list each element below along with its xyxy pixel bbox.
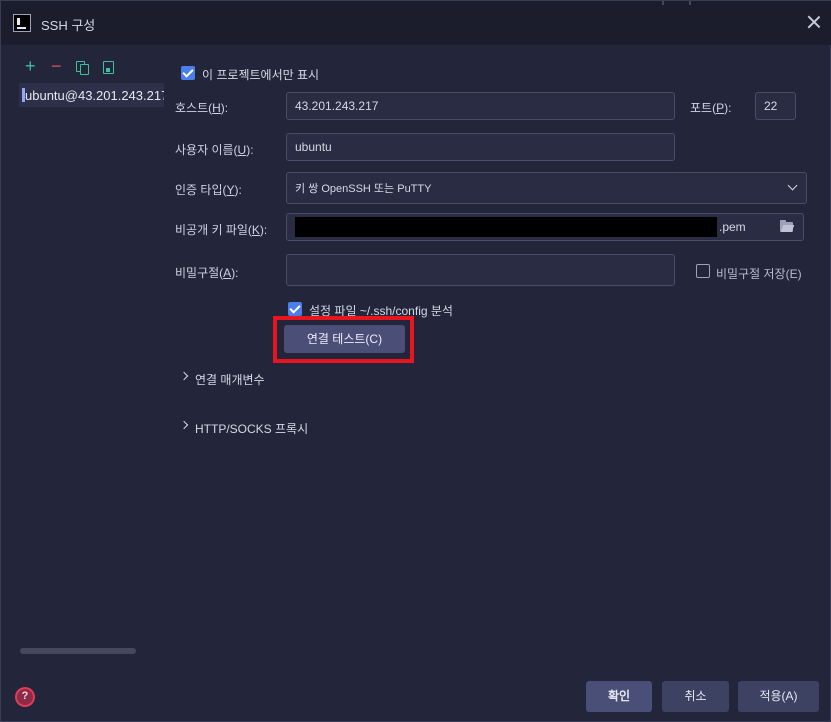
password-label: 비밀구절(A): [175,266,239,280]
redacted-path [295,217,717,237]
chevron-right-icon [179,420,189,430]
host-list-item[interactable]: ubuntu@43.201.243.217: [19,83,164,107]
folder-icon[interactable] [780,220,793,232]
cancel-button[interactable]: 취소 [662,681,729,712]
auth-type-label: 인증 타입(Y): [175,183,242,197]
proxy-expander[interactable]: HTTP/SOCKS 프록시 [179,420,381,436]
ok-button[interactable]: 확인 [586,681,652,712]
window-title: SSH 구성 [41,18,96,33]
host-input[interactable]: 43.201.243.217 [286,92,675,120]
apply-button[interactable]: 적용(A) [738,681,819,712]
private-key-label: 비공개 키 파일(K): [175,223,268,237]
parse-config-checkbox[interactable] [288,302,302,316]
title-divider [662,1,664,5]
ssh-config-dialog: SSH 구성 + − ubuntu@43.201.243.217: 이 프로젝트… [0,0,831,722]
username-label: 사용자 이름(U): [175,143,254,157]
username-input[interactable]: ubuntu [286,133,675,161]
test-connection-button[interactable]: 연결 테스트(C) [284,325,405,353]
host-list-item-label: ubuntu@43.201.243.217: [25,88,164,103]
auth-type-value: 키 쌍 OpenSSH 또는 PuTTY [295,183,432,195]
close-icon[interactable] [806,14,822,30]
password-input[interactable] [286,254,675,286]
title-bar: SSH 구성 [1,1,831,45]
app-logo-icon [13,14,31,32]
save-password-checkbox[interactable] [696,264,710,278]
help-icon[interactable]: ? [15,687,35,707]
connection-params-expander[interactable]: 연결 매개변수 [179,371,381,387]
copy-icon[interactable] [76,61,90,75]
chevron-down-icon [787,180,798,191]
port-label: 포트(P): [690,101,732,115]
parse-config-label[interactable]: 설정 파일 ~/.ssh/config 분석 [309,302,453,319]
title-divider [689,1,691,5]
save-icon[interactable] [102,61,116,75]
add-icon[interactable]: + [25,57,39,75]
horizontal-scrollbar[interactable] [20,648,136,654]
host-label: 호스트(H): [175,101,229,115]
proxy-label: HTTP/SOCKS 프록시 [195,422,309,436]
project-only-checkbox[interactable] [181,66,195,80]
port-input[interactable]: 22 [755,92,796,120]
connection-params-label: 연결 매개변수 [195,373,265,387]
project-only-label[interactable]: 이 프로젝트에서만 표시 [202,66,319,83]
remove-icon[interactable]: − [51,57,65,75]
host-list-panel: + − ubuntu@43.201.243.217: [1,45,164,665]
auth-type-select[interactable]: 키 쌍 OpenSSH 또는 PuTTY [286,172,807,204]
chevron-right-icon [179,371,189,381]
private-key-extension: .pem [719,220,746,234]
save-password-label[interactable]: 비밀구절 저장(E) [716,265,802,282]
private-key-input[interactable]: .pem [286,213,804,241]
